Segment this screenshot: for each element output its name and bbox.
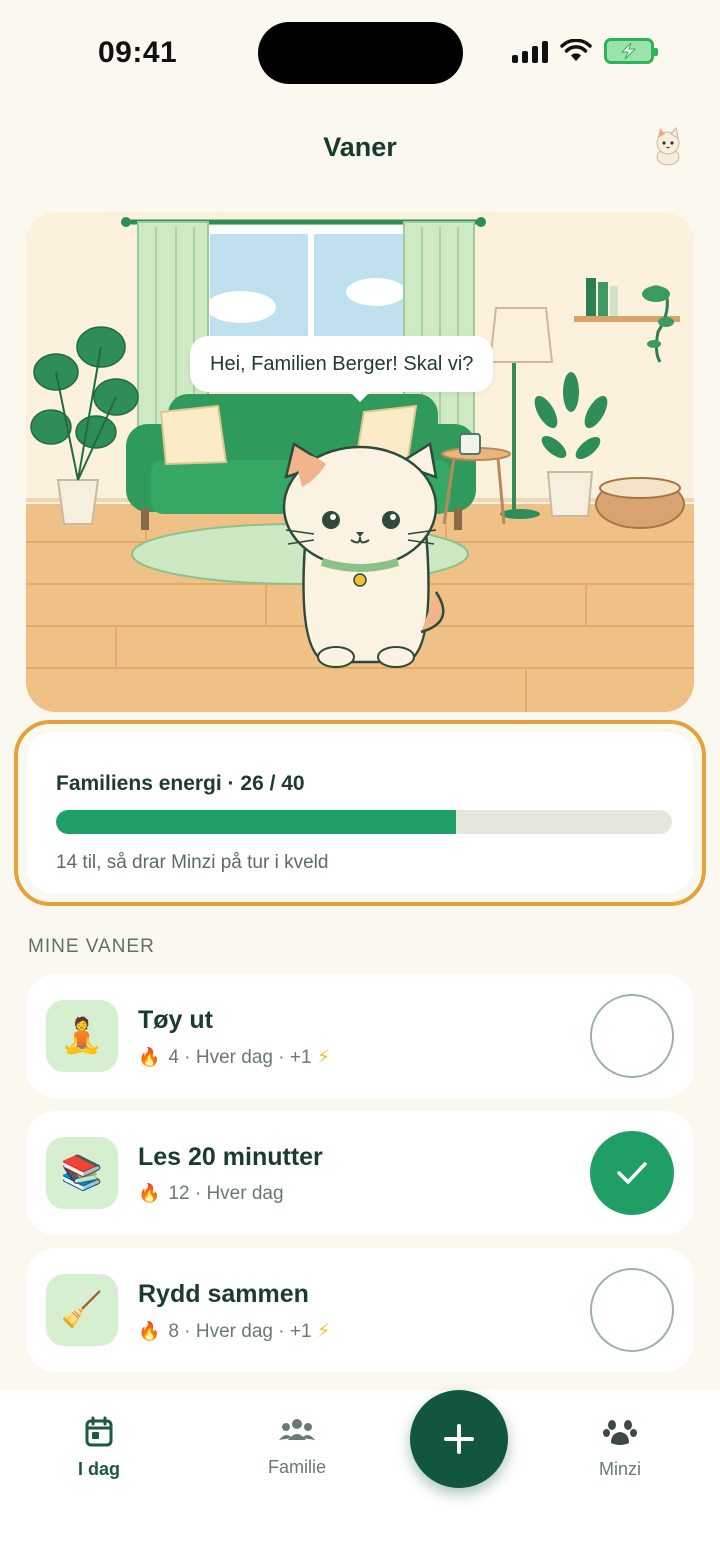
status-time: 09:41	[98, 36, 178, 69]
calendar-icon	[85, 1416, 113, 1447]
tab-label-minzi: Minzi	[598, 1459, 641, 1479]
habit-title: Tøy ut	[138, 1006, 213, 1034]
plus-icon	[444, 1424, 474, 1454]
cat-avatar-icon[interactable]	[650, 126, 686, 166]
books-icon: 📚	[46, 1137, 118, 1209]
checkmark-icon	[617, 1162, 647, 1184]
status-icons	[512, 38, 658, 64]
energy-subtitle: 14 til, så drar Minzi på tur i kveld	[56, 852, 329, 873]
habit-streak: 4	[168, 1047, 179, 1068]
habit-meta: 🔥 8 · Hver dag · +1 ⚡	[138, 1321, 331, 1342]
habit-card[interactable]: 🧘 Tøy ut 🔥 4 · Hver dag · +1 ⚡	[26, 974, 694, 1098]
add-habit-button[interactable]	[410, 1390, 508, 1488]
tab-label-family: Familie	[267, 1457, 326, 1477]
tab-family[interactable]: Familie	[237, 1416, 357, 1478]
bottom-tab-bar: I dag Familie Minzi	[0, 1390, 720, 1564]
habit-frequency: Hver dag · +1	[195, 1321, 312, 1342]
meditation-icon: 🧘	[46, 1000, 118, 1072]
wifi-icon	[560, 39, 592, 61]
battery-charging-icon	[604, 38, 658, 64]
family-energy-card: Familiens energi · 26 / 40 14 til, så dr…	[14, 720, 706, 906]
habit-frequency: Hver dag	[206, 1183, 284, 1204]
broom-icon: 🧹	[46, 1274, 118, 1346]
lightning-icon: ⚡	[316, 1321, 331, 1342]
flame-icon: 🔥	[138, 1321, 161, 1341]
living-room-image	[26, 212, 694, 712]
habit-streak: 12	[168, 1183, 190, 1204]
energy-progress-bar	[56, 810, 672, 834]
energy-card-inner: Familiens energi · 26 / 40 14 til, så dr…	[26, 732, 694, 894]
dynamic-island	[258, 22, 463, 84]
habit-title: Les 20 minutter	[138, 1143, 323, 1171]
flame-icon: 🔥	[138, 1183, 161, 1203]
habit-check-button[interactable]	[590, 994, 674, 1078]
habit-check-button[interactable]	[590, 1268, 674, 1352]
habit-check-button-done[interactable]	[590, 1131, 674, 1215]
habit-title: Rydd sammen	[138, 1280, 309, 1308]
minzi-cat-icon	[282, 441, 445, 668]
paw-icon	[603, 1420, 637, 1445]
habit-frequency: Hver dag · +1	[195, 1047, 312, 1068]
habit-meta: 🔥 4 · Hver dag · +1 ⚡	[138, 1047, 331, 1068]
tab-today[interactable]: I dag	[39, 1416, 159, 1480]
habit-card[interactable]: 📚 Les 20 minutter 🔥 12 · Hver dag	[26, 1111, 694, 1235]
energy-title: Familiens energi · 26 / 40	[56, 772, 305, 795]
tab-minzi[interactable]: Minzi	[560, 1416, 680, 1480]
section-label-my-habits: MINE VANER	[28, 936, 155, 957]
habit-meta: 🔥 12 · Hver dag	[138, 1183, 284, 1204]
energy-progress-fill	[56, 810, 457, 834]
family-icon	[279, 1419, 315, 1440]
cellular-signal-icon	[512, 39, 548, 63]
page-title: Vaner	[323, 132, 397, 162]
status-bar: 09:41	[0, 0, 720, 100]
speech-bubble: Hei, Familien Berger! Skal vi?	[190, 336, 494, 402]
lightning-icon: ⚡	[316, 1047, 331, 1068]
room-scene-illustration	[26, 212, 694, 712]
tab-label-today: I dag	[77, 1459, 120, 1479]
habit-streak: 8	[168, 1321, 179, 1342]
flame-icon: 🔥	[138, 1047, 161, 1067]
habit-card[interactable]: 🧹 Rydd sammen 🔥 8 · Hver dag · +1 ⚡	[26, 1248, 694, 1372]
